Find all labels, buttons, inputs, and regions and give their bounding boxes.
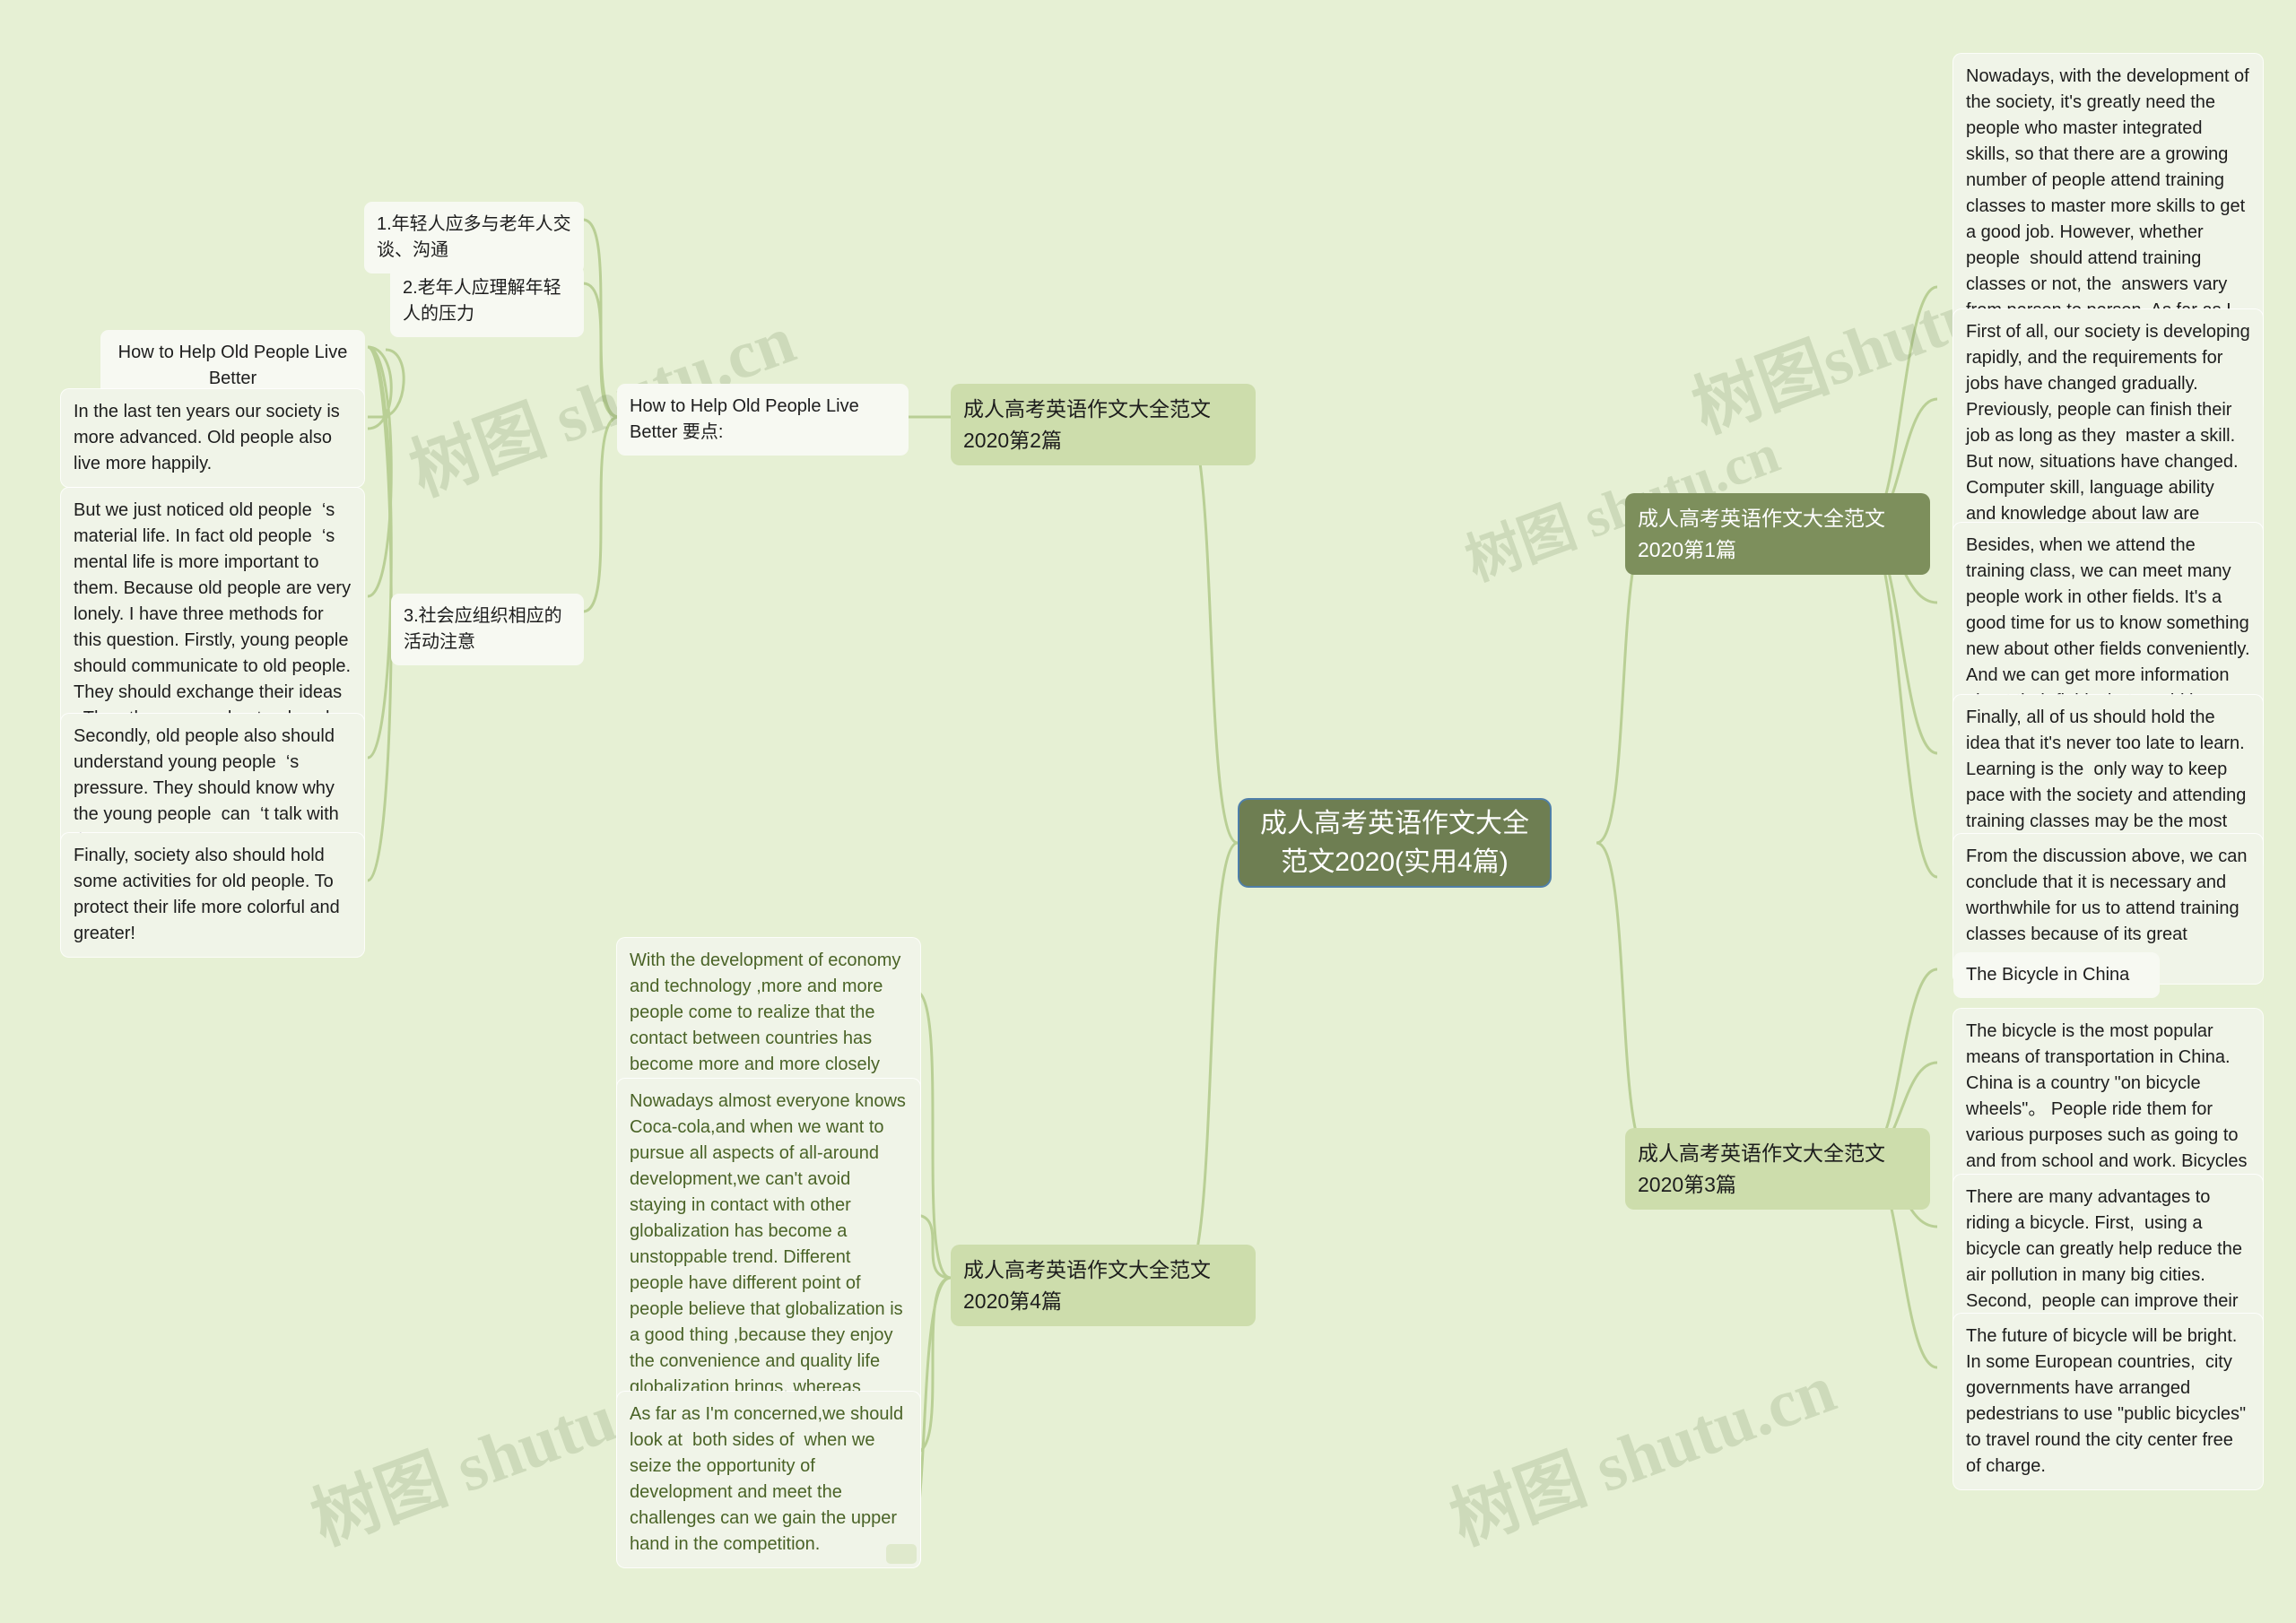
outline-node-essay2[interactable]: How to Help Old People Live Better 要点: — [617, 384, 909, 456]
mindmap-canvas: 树图 shutu.cn 树图shutu.cn 树图 shutu.cn 树图 sh… — [0, 0, 2296, 1623]
topic-node-essay2[interactable]: 成人高考英语作文大全范文2020第2篇 — [951, 384, 1256, 465]
topic-node-essay1[interactable]: 成人高考英语作文大全范文2020第1篇 — [1625, 493, 1930, 575]
paragraph-card[interactable]: Finally, society also should hold some a… — [61, 833, 364, 957]
collapsed-node-stub[interactable] — [886, 1544, 917, 1564]
outline-point[interactable]: 3.社会应组织相应的活动注意 — [391, 594, 584, 665]
paragraph-card[interactable]: In the last ten years our society is mor… — [61, 389, 364, 487]
outline-point[interactable]: 2.老年人应理解年轻人的压力 — [390, 265, 584, 337]
paragraph-card[interactable]: The future of bicycle will be bright. In… — [1953, 1314, 2263, 1489]
watermark-text: 树图 shutu.cn — [1441, 1350, 1845, 1559]
topic-node-essay4[interactable]: 成人高考英语作文大全范文2020第4篇 — [951, 1245, 1256, 1326]
root-node[interactable]: 成人高考英语作文大全范文2020(实用4篇) — [1238, 798, 1552, 888]
paragraph-card[interactable]: As far as I'm concerned,we should look a… — [617, 1392, 920, 1567]
outline-point[interactable]: 1.年轻人应多与老年人交谈、沟通 — [364, 202, 584, 273]
topic-node-essay3[interactable]: 成人高考英语作文大全范文2020第3篇 — [1625, 1128, 1930, 1210]
title-card-bicycle[interactable]: The Bicycle in China — [1953, 952, 2160, 998]
